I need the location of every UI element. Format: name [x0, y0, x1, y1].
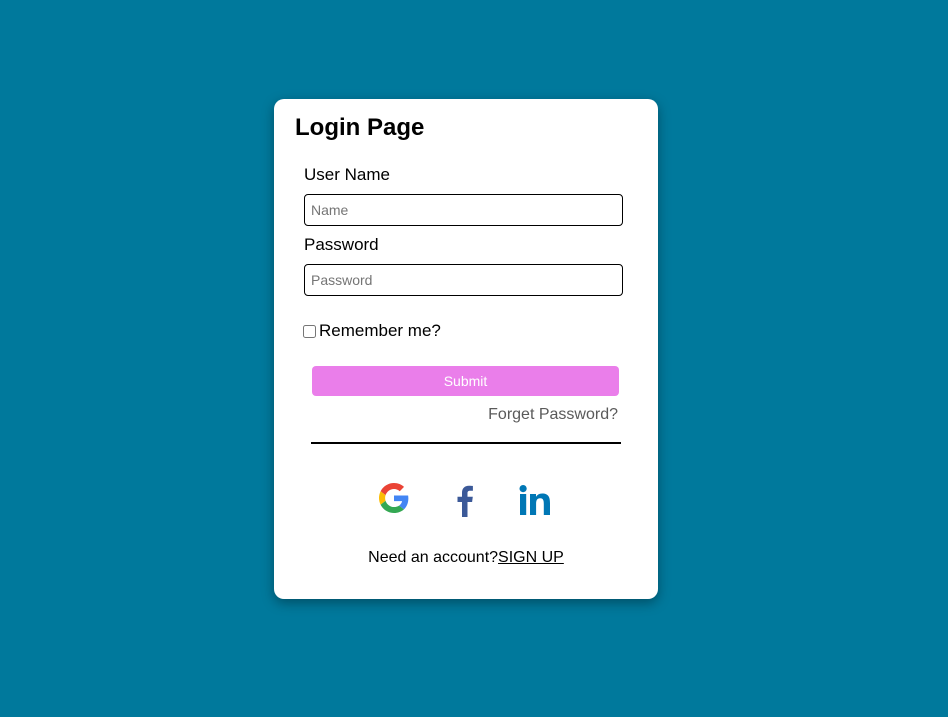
submit-button[interactable]: Submit [312, 366, 619, 396]
password-label: Password [304, 235, 379, 254]
google-icon [379, 483, 409, 513]
signup-row: Need an account?SIGN UP [274, 549, 658, 567]
divider [311, 442, 621, 444]
username-input[interactable] [304, 194, 623, 226]
linkedin-icon [519, 485, 550, 515]
page-title: Login Page [295, 114, 425, 141]
linkedin-login-button[interactable] [518, 483, 552, 517]
google-login-button[interactable] [379, 483, 413, 517]
login-card: Login Page User Name Password Remember m… [274, 99, 658, 599]
forgot-password-link[interactable]: Forget Password? [488, 406, 618, 424]
remember-me-checkbox[interactable] [303, 324, 316, 338]
remember-me-label: Remember me? [319, 321, 441, 340]
signup-prompt: Need an account? [368, 549, 499, 566]
facebook-login-button[interactable] [450, 483, 484, 517]
facebook-icon [457, 485, 473, 517]
username-label: User Name [304, 165, 390, 184]
password-input[interactable] [304, 264, 623, 296]
remember-me[interactable]: Remember me? [303, 321, 441, 341]
signup-link[interactable]: SIGN UP [498, 549, 564, 566]
